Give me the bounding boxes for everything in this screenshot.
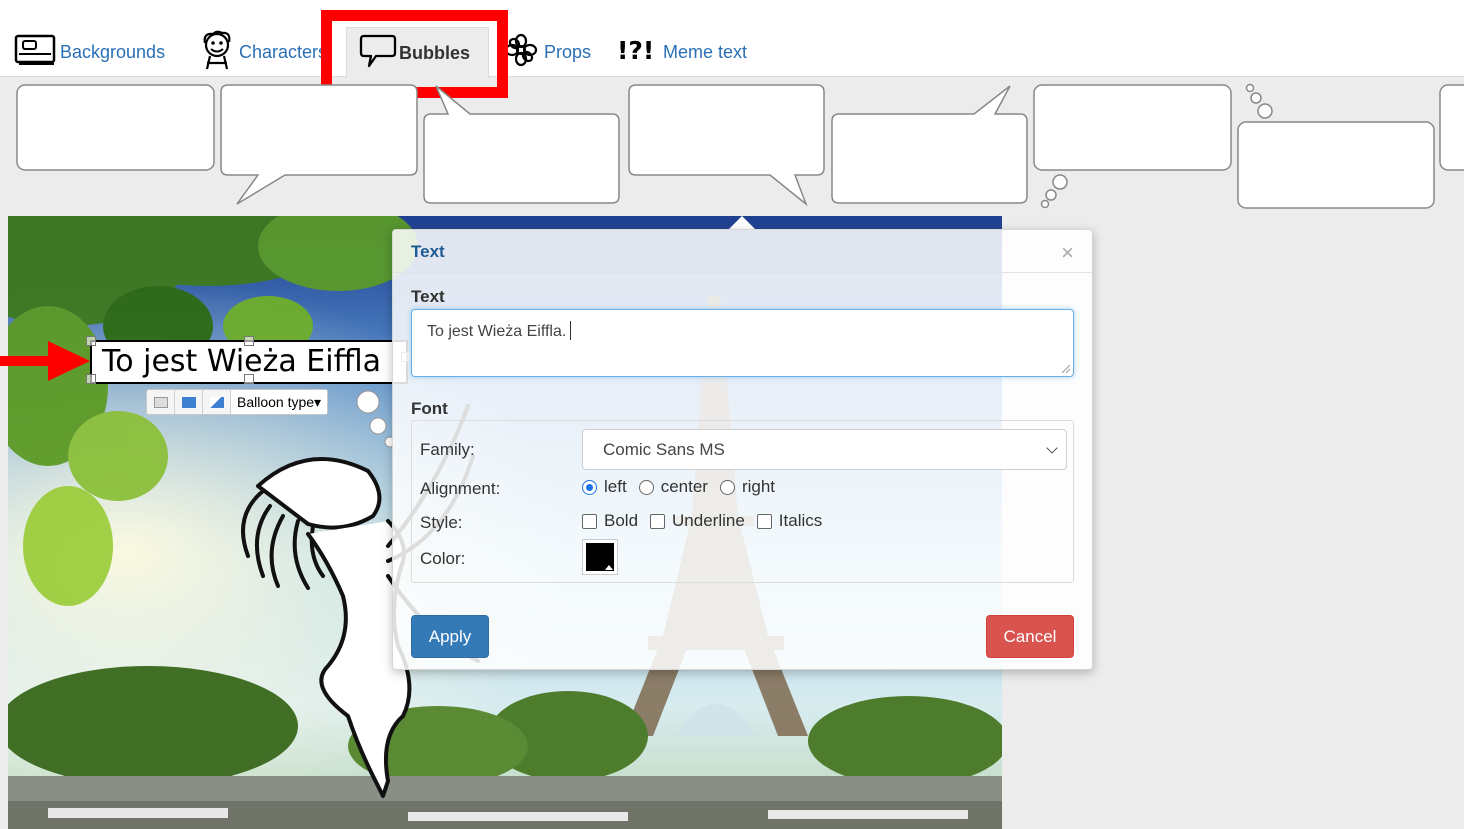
alignment-radio-group: left center right: [582, 477, 787, 497]
font-section-label: Font: [411, 399, 448, 418]
text-input-value: To jest Wieża Eiffla.: [427, 323, 567, 340]
balloon-toolbar: Balloon type▾: [146, 389, 329, 415]
radio-left[interactable]: [582, 479, 597, 495]
chevron-down-icon: [1046, 442, 1058, 454]
tab-bubbles-label: Bubbles: [399, 42, 471, 63]
underline-option[interactable]: Underline: [650, 511, 745, 531]
layer-front-icon: [181, 396, 196, 408]
background-icon: [14, 33, 58, 72]
align-right-label: right: [741, 477, 776, 496]
text-input[interactable]: To jest Wieża Eiffla.: [411, 309, 1074, 377]
underline-checkbox[interactable]: [650, 513, 666, 529]
family-label: Family:: [420, 440, 475, 459]
bubble-speech-top-right[interactable]: [831, 85, 1028, 204]
align-right-option[interactable]: right: [719, 477, 776, 497]
style-checkbox-group: Bold Underline Italics: [582, 511, 834, 531]
copy-icon: [153, 396, 168, 408]
bubble-palette: [0, 78, 1464, 215]
bold-checkbox[interactable]: [582, 513, 597, 529]
bring-forward-button[interactable]: [175, 390, 203, 414]
tab-backgrounds-label: Backgrounds: [60, 41, 166, 62]
italics-option[interactable]: Italics: [756, 511, 823, 531]
bold-label: Bold: [604, 511, 639, 530]
radio-center[interactable]: [638, 479, 654, 495]
tab-meme-text[interactable]: !?! Meme text: [617, 30, 747, 74]
tab-meme-text-label: Meme text: [663, 41, 748, 62]
thought-dots-icon: [356, 390, 396, 448]
bubble-speech-down[interactable]: [628, 84, 825, 207]
underline-label: Underline: [672, 511, 745, 530]
svg-text:!?!: !?!: [617, 36, 654, 65]
tab-backgrounds[interactable]: Backgrounds: [14, 30, 165, 74]
font-family-select[interactable]: Comic Sans MS: [582, 429, 1067, 470]
tab-bubbles[interactable]: Bubbles: [346, 27, 490, 78]
color-swatch-fill: [586, 543, 614, 571]
balloon-text: To jest Wieża Eiffla: [102, 344, 381, 379]
align-left-option[interactable]: left: [582, 477, 627, 497]
tab-characters-label: Characters: [239, 41, 328, 62]
resize-grip-icon[interactable]: [1062, 365, 1070, 373]
flower-icon: [504, 33, 538, 72]
italics-label: Italics: [778, 511, 823, 530]
speech-bubble-icon: [359, 33, 397, 74]
resize-handle-bottom[interactable]: [244, 374, 254, 384]
italics-checkbox[interactable]: [756, 513, 772, 529]
font-fieldset: Family: Comic Sans MS Alignment: left ce…: [411, 420, 1074, 583]
alignment-label: Alignment:: [420, 479, 501, 498]
font-family-value: Comic Sans MS: [603, 440, 725, 459]
top-tab-bar: Backgrounds Characters Bubbles Props !?!…: [0, 0, 1464, 78]
style-label: Style:: [420, 513, 463, 532]
bubble-thought-down[interactable]: [1033, 84, 1232, 209]
exclamation-question-icon: !?!: [617, 35, 655, 70]
close-button[interactable]: ×: [1061, 242, 1074, 264]
tab-props-label: Props: [544, 41, 592, 62]
bubble-thought-up[interactable]: [1237, 83, 1435, 209]
color-picker[interactable]: [582, 539, 618, 575]
bubble-plain[interactable]: [16, 84, 215, 171]
bold-option[interactable]: Bold: [582, 511, 638, 531]
text-cursor: [570, 321, 572, 340]
tab-characters[interactable]: Characters: [197, 30, 327, 74]
balloon-type-dropdown[interactable]: Balloon type▾: [231, 390, 328, 414]
text-section-label: Text: [411, 287, 445, 306]
duplicate-button[interactable]: [147, 390, 175, 414]
align-center-label: center: [660, 477, 708, 496]
bubble-speech-left[interactable]: [220, 84, 418, 205]
dialog-title: Text: [411, 242, 445, 261]
send-backward-button[interactable]: [203, 390, 231, 414]
layer-back-icon: [209, 396, 224, 408]
bubble-partial[interactable]: [1439, 84, 1464, 171]
color-label: Color:: [420, 549, 466, 568]
align-center-option[interactable]: center: [638, 477, 708, 497]
align-left-label: left: [604, 477, 627, 496]
apply-button[interactable]: Apply: [411, 615, 489, 658]
red-arrow-icon: [0, 341, 90, 381]
resize-handle-top[interactable]: [244, 336, 254, 346]
header-divider: [393, 272, 1092, 273]
radio-right[interactable]: [719, 479, 735, 495]
text-dialog: Text × Text To jest Wieża Eiffla. Font F…: [392, 229, 1093, 670]
cancel-button[interactable]: Cancel: [986, 615, 1074, 658]
modal-caret: [729, 216, 755, 229]
bubble-speech-top[interactable]: [423, 85, 620, 204]
character-icon: [197, 29, 237, 76]
tab-props[interactable]: Props: [504, 30, 591, 74]
